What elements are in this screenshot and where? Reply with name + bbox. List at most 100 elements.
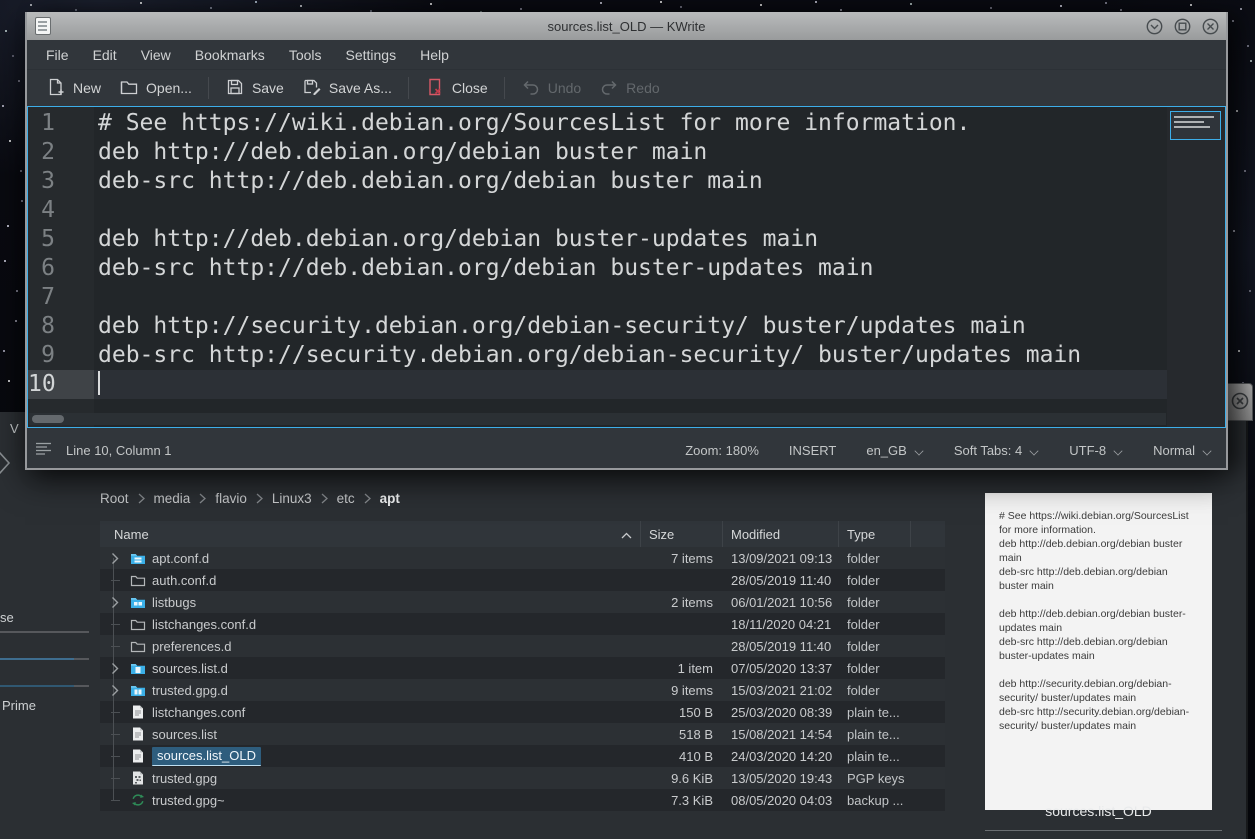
divider xyxy=(0,631,89,633)
menu-file[interactable]: File xyxy=(35,43,80,67)
lines-menu-icon[interactable] xyxy=(35,442,52,458)
maximize-button[interactable] xyxy=(1173,17,1192,36)
folder-icon xyxy=(130,682,146,698)
table-row[interactable]: apt.conf.d 7 items 13/09/2021 09:13 fold… xyxy=(100,547,945,569)
breadcrumb-linux3[interactable]: Linux3 xyxy=(272,491,312,506)
folder-empty-icon xyxy=(130,572,146,588)
save-as-button[interactable]: Save As... xyxy=(293,73,401,104)
chevron-down-icon xyxy=(915,447,924,453)
breadcrumb-apt[interactable]: apt xyxy=(380,491,400,506)
table-row[interactable]: listchanges.conf 150 B 25/03/2020 08:39 … xyxy=(100,701,945,723)
new-button[interactable]: New xyxy=(37,73,110,104)
close-icon xyxy=(1230,391,1250,416)
folder-icon xyxy=(130,594,146,610)
text-area[interactable]: # See https://wiki.debian.org/SourcesLis… xyxy=(94,107,1167,427)
column-header-type[interactable]: Type xyxy=(839,521,911,547)
sort-ascending-icon xyxy=(621,527,632,542)
menubar: File Edit View Bookmarks Tools Settings … xyxy=(27,40,1226,70)
preview-file-content: # See https://wiki.debian.org/SourcesLis… xyxy=(985,493,1212,810)
open-button[interactable]: Open... xyxy=(110,73,201,104)
table-row[interactable]: listbugs 2 items 06/01/2021 10:56 folder xyxy=(100,591,945,613)
divider xyxy=(985,830,1222,831)
background-fragment-v: V xyxy=(10,421,19,436)
backup-file-icon xyxy=(130,792,146,808)
undo-button[interactable]: Undo xyxy=(512,73,590,104)
table-row[interactable]: trusted.gpg~ 7.3 KiB 08/05/2020 04:03 ba… xyxy=(100,789,945,811)
breadcrumb-etc[interactable]: etc xyxy=(337,491,355,506)
encoding-selector[interactable]: UTF-8 xyxy=(1069,443,1123,458)
table-row[interactable]: listchanges.conf.d 18/11/2020 04:21 fold… xyxy=(100,613,945,635)
redo-button[interactable]: Redo xyxy=(590,73,668,104)
expander-chevron-icon[interactable] xyxy=(104,596,126,609)
breadcrumb-root[interactable]: Root xyxy=(100,491,129,506)
highlighting-selector[interactable]: Normal xyxy=(1153,443,1212,458)
table-row[interactable]: sources.list 518 B 15/08/2021 14:54 plai… xyxy=(100,723,945,745)
column-header-name[interactable]: Name xyxy=(100,521,641,547)
column-header-modified[interactable]: Modified xyxy=(723,521,839,547)
table-row[interactable]: auth.conf.d 28/05/2019 11:40 folder xyxy=(100,569,945,591)
scrollbar-thumb[interactable] xyxy=(32,415,64,423)
menu-tools[interactable]: Tools xyxy=(278,43,333,67)
preview-panel: # See https://wiki.debian.org/SourcesLis… xyxy=(985,493,1212,810)
table-row[interactable]: trusted.gpg 9.6 KiB 13/05/2020 19:43 PGP… xyxy=(100,767,945,789)
text-cursor xyxy=(98,371,100,395)
menu-edit[interactable]: Edit xyxy=(82,43,128,67)
new-document-icon xyxy=(46,77,66,100)
table-row[interactable]: preferences.d 28/05/2019 11:40 folder xyxy=(100,635,945,657)
menu-settings[interactable]: Settings xyxy=(335,43,408,67)
divider xyxy=(0,658,89,660)
close-document-button[interactable]: Close xyxy=(416,73,497,104)
code-line: deb-src http://deb.debian.org/debian bus… xyxy=(94,167,1167,196)
text-file-icon xyxy=(130,704,146,720)
tree-branch xyxy=(104,712,126,713)
tab-mode-selector[interactable]: Soft Tabs: 4 xyxy=(954,443,1039,458)
tree-branch xyxy=(104,624,126,625)
tree-branch xyxy=(104,800,126,801)
tree-branch xyxy=(104,646,126,647)
horizontal-scrollbar[interactable] xyxy=(29,413,1166,425)
table-row-selected[interactable]: sources.list_OLD 410 B 24/03/2020 14:20 … xyxy=(100,745,945,767)
code-line: deb http://deb.debian.org/debian buster … xyxy=(94,138,1167,167)
folder-empty-icon xyxy=(130,616,146,632)
minimize-button[interactable] xyxy=(1145,17,1164,36)
input-mode[interactable]: INSERT xyxy=(789,443,836,458)
chevron-right-icon xyxy=(138,493,145,504)
line-number-gutter: 1 2 3 4 5 6 7 8 9 10 xyxy=(28,107,94,427)
tree-branch xyxy=(104,734,126,735)
dictionary-selector[interactable]: en_GB xyxy=(866,443,923,458)
breadcrumb-media[interactable]: media xyxy=(154,491,191,506)
table-header: Name Size Modified Type xyxy=(100,521,945,547)
code-line: # See https://wiki.debian.org/SourcesLis… xyxy=(94,109,1167,138)
save-button[interactable]: Save xyxy=(216,73,293,104)
code-line-current xyxy=(94,370,1167,399)
titlebar[interactable]: sources.list_OLD — KWrite xyxy=(27,12,1226,40)
zoom-level[interactable]: Zoom: 180% xyxy=(685,443,759,458)
toolbar: New Open... Save Save As... Close xyxy=(27,70,1226,106)
scrollbar-minimap-track[interactable] xyxy=(1167,107,1225,427)
code-line xyxy=(94,283,1167,312)
save-icon xyxy=(225,77,245,100)
chevron-right-icon xyxy=(256,493,263,504)
table-row[interactable]: sources.list.d 1 item 07/05/2020 13:37 f… xyxy=(100,657,945,679)
breadcrumb-flavio[interactable]: flavio xyxy=(215,491,247,506)
menu-view[interactable]: View xyxy=(130,43,182,67)
column-header-blank xyxy=(911,521,945,547)
column-header-size[interactable]: Size xyxy=(641,521,723,547)
open-folder-icon xyxy=(119,77,139,100)
chevron-down-icon xyxy=(1030,447,1039,453)
cursor-position[interactable]: Line 10, Column 1 xyxy=(66,443,172,458)
close-button[interactable] xyxy=(1201,17,1220,36)
table-row[interactable]: trusted.gpg.d 9 items 15/03/2021 21:02 f… xyxy=(100,679,945,701)
expander-chevron-icon[interactable] xyxy=(104,552,126,565)
menu-help[interactable]: Help xyxy=(409,43,460,67)
folder-icon xyxy=(130,660,146,676)
filemanager-close-button[interactable] xyxy=(1226,383,1253,421)
menu-bookmarks[interactable]: Bookmarks xyxy=(184,43,276,67)
undo-icon xyxy=(521,77,541,100)
minimap-visible-region[interactable] xyxy=(1170,111,1221,140)
expander-chevron-icon[interactable] xyxy=(104,662,126,675)
chevron-down-icon xyxy=(1114,447,1123,453)
editor[interactable]: 1 2 3 4 5 6 7 8 9 10 # See https://wiki.… xyxy=(27,106,1226,428)
expander-chevron-icon[interactable] xyxy=(104,684,126,697)
code-line: deb-src http://security.debian.org/debia… xyxy=(94,341,1167,370)
